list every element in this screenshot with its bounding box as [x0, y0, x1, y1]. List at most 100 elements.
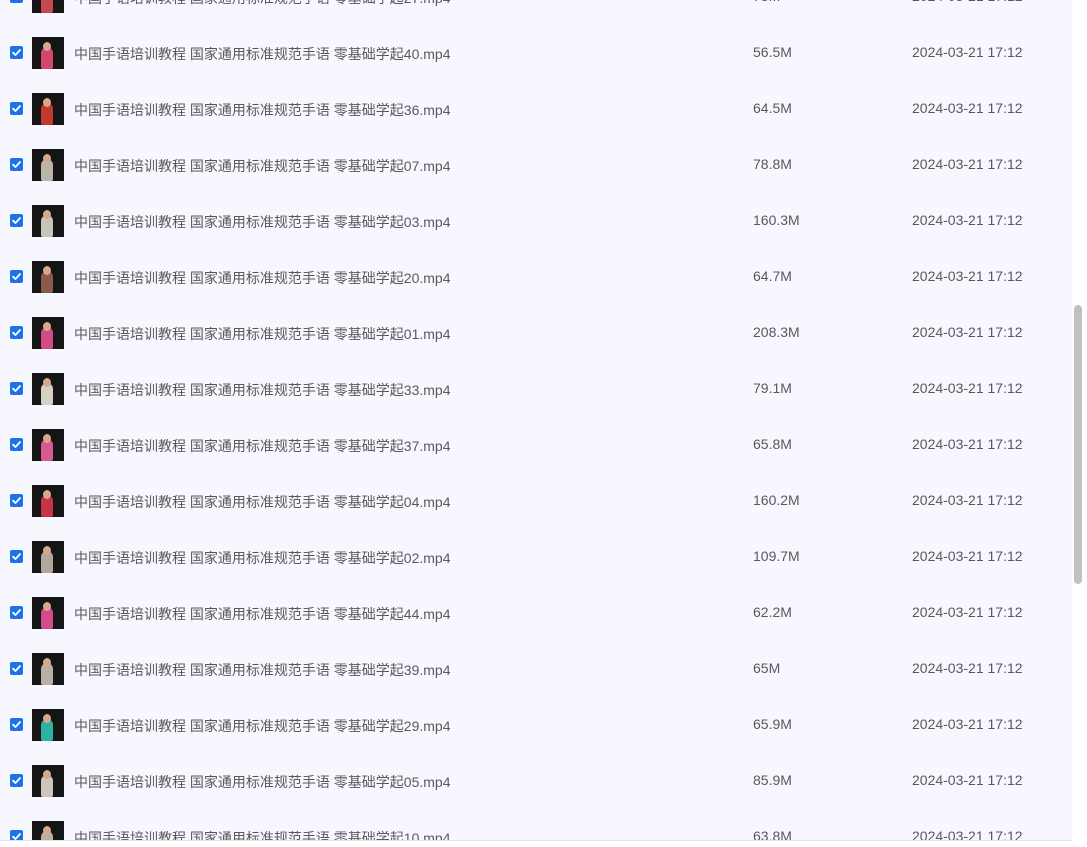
file-name[interactable]: 中国手语培训教程 国家通用标准规范手语 零基础学起36.mp4 [74, 100, 450, 120]
video-thumbnail[interactable] [32, 37, 64, 69]
file-date: 2024-03-21 17:12 [912, 100, 1023, 116]
thumbnail-head [43, 826, 51, 835]
file-size: 63.8M [753, 828, 792, 840]
thumbnail-head [43, 98, 51, 107]
video-thumbnail[interactable] [32, 0, 64, 13]
thumbnail-head [43, 658, 51, 667]
file-row[interactable]: 中国手语培训教程 国家通用标准规范手语 零基础学起27.mp4 73M 2024… [0, 0, 1072, 25]
file-size: 160.3M [753, 212, 800, 228]
select-checkbox[interactable] [10, 662, 23, 675]
select-checkbox[interactable] [10, 830, 23, 840]
file-name[interactable]: 中国手语培训教程 国家通用标准规范手语 零基础学起20.mp4 [74, 268, 450, 288]
file-name[interactable]: 中国手语培训教程 国家通用标准规范手语 零基础学起04.mp4 [74, 492, 450, 512]
file-size: 109.7M [753, 548, 800, 564]
file-row[interactable]: 中国手语培训教程 国家通用标准规范手语 零基础学起07.mp4 78.8M 20… [0, 137, 1072, 193]
video-thumbnail[interactable] [32, 93, 64, 125]
video-thumbnail[interactable] [32, 765, 64, 797]
file-date: 2024-03-21 17:12 [912, 0, 1023, 4]
select-checkbox[interactable] [10, 774, 23, 787]
file-row[interactable]: 中国手语培训教程 国家通用标准规范手语 零基础学起03.mp4 160.3M 2… [0, 193, 1072, 249]
file-size: 64.7M [753, 268, 792, 284]
video-thumbnail[interactable] [32, 541, 64, 573]
select-checkbox[interactable] [10, 382, 23, 395]
file-list-panel: 中国手语培训教程 国家通用标准规范手语 零基础学起27.mp4 73M 2024… [0, 0, 1072, 840]
video-thumbnail[interactable] [32, 149, 64, 181]
file-row[interactable]: 中国手语培训教程 国家通用标准规范手语 零基础学起37.mp4 65.8M 20… [0, 417, 1072, 473]
file-row[interactable]: 中国手语培训教程 国家通用标准规范手语 零基础学起02.mp4 109.7M 2… [0, 529, 1072, 585]
video-thumbnail[interactable] [32, 429, 64, 461]
thumbnail-head [43, 266, 51, 275]
file-name[interactable]: 中国手语培训教程 国家通用标准规范手语 零基础学起07.mp4 [74, 156, 450, 176]
thumbnail-head [43, 154, 51, 163]
video-thumbnail[interactable] [32, 653, 64, 685]
file-name[interactable]: 中国手语培训教程 国家通用标准规范手语 零基础学起29.mp4 [74, 716, 450, 736]
video-thumbnail[interactable] [32, 821, 64, 840]
video-thumbnail[interactable] [32, 205, 64, 237]
file-name[interactable]: 中国手语培训教程 国家通用标准规范手语 零基础学起33.mp4 [74, 380, 450, 400]
scrollbar-thumb[interactable] [1074, 305, 1082, 584]
thumbnail-head [43, 210, 51, 219]
file-row[interactable]: 中国手语培训教程 国家通用标准规范手语 零基础学起01.mp4 208.3M 2… [0, 305, 1072, 361]
file-row[interactable]: 中国手语培训教程 国家通用标准规范手语 零基础学起20.mp4 64.7M 20… [0, 249, 1072, 305]
video-thumbnail[interactable] [32, 597, 64, 629]
file-size: 79.1M [753, 380, 792, 396]
thumbnail-head [43, 322, 51, 331]
file-size: 85.9M [753, 772, 792, 788]
select-checkbox[interactable] [10, 46, 23, 59]
file-size: 73M [753, 0, 780, 4]
select-checkbox[interactable] [10, 606, 23, 619]
file-row[interactable]: 中国手语培训教程 国家通用标准规范手语 零基础学起29.mp4 65.9M 20… [0, 697, 1072, 753]
select-checkbox[interactable] [10, 494, 23, 507]
file-date: 2024-03-21 17:12 [912, 268, 1023, 284]
file-size: 208.3M [753, 324, 800, 340]
file-row[interactable]: 中国手语培训教程 国家通用标准规范手语 零基础学起44.mp4 62.2M 20… [0, 585, 1072, 641]
file-name[interactable]: 中国手语培训教程 国家通用标准规范手语 零基础学起44.mp4 [74, 604, 450, 624]
file-name[interactable]: 中国手语培训教程 国家通用标准规范手语 零基础学起40.mp4 [74, 44, 450, 64]
select-checkbox[interactable] [10, 718, 23, 731]
thumbnail-head [43, 714, 51, 723]
file-size: 64.5M [753, 100, 792, 116]
select-checkbox[interactable] [10, 0, 23, 3]
file-size: 65.9M [753, 716, 792, 732]
file-name[interactable]: 中国手语培训教程 国家通用标准规范手语 零基础学起02.mp4 [74, 548, 450, 568]
file-size: 160.2M [753, 492, 800, 508]
file-date: 2024-03-21 17:12 [912, 492, 1023, 508]
video-thumbnail[interactable] [32, 709, 64, 741]
thumbnail-head [43, 42, 51, 51]
file-row[interactable]: 中国手语培训教程 国家通用标准规范手语 零基础学起33.mp4 79.1M 20… [0, 361, 1072, 417]
file-size: 78.8M [753, 156, 792, 172]
file-name[interactable]: 中国手语培训教程 国家通用标准规范手语 零基础学起05.mp4 [74, 772, 450, 792]
thumbnail-head [43, 434, 51, 443]
file-name[interactable]: 中国手语培训教程 国家通用标准规范手语 零基础学起01.mp4 [74, 324, 450, 344]
select-checkbox[interactable] [10, 326, 23, 339]
file-row[interactable]: 中国手语培训教程 国家通用标准规范手语 零基础学起36.mp4 64.5M 20… [0, 81, 1072, 137]
file-size: 65M [753, 660, 781, 676]
file-date: 2024-03-21 17:12 [912, 828, 1023, 840]
file-name[interactable]: 中国手语培训教程 国家通用标准规范手语 零基础学起03.mp4 [74, 212, 450, 232]
file-row[interactable]: 中国手语培训教程 国家通用标准规范手语 零基础学起40.mp4 56.5M 20… [0, 25, 1072, 81]
file-name[interactable]: 中国手语培训教程 国家通用标准规范手语 零基础学起39.mp4 [74, 660, 450, 680]
file-name[interactable]: 中国手语培训教程 国家通用标准规范手语 零基础学起27.mp4 [74, 0, 450, 8]
video-thumbnail[interactable] [32, 317, 64, 349]
select-checkbox[interactable] [10, 550, 23, 563]
panel-bottom-border [0, 840, 1087, 841]
select-checkbox[interactable] [10, 270, 23, 283]
file-name[interactable]: 中国手语培训教程 国家通用标准规范手语 零基础学起10.mp4 [74, 828, 450, 840]
video-thumbnail[interactable] [32, 373, 64, 405]
video-thumbnail[interactable] [32, 485, 64, 517]
file-row[interactable]: 中国手语培训教程 国家通用标准规范手语 零基础学起39.mp4 65M 2024… [0, 641, 1072, 697]
file-row[interactable]: 中国手语培训教程 国家通用标准规范手语 零基础学起10.mp4 63.8M 20… [0, 809, 1072, 840]
video-thumbnail[interactable] [32, 261, 64, 293]
file-size: 56.5M [753, 44, 792, 60]
select-checkbox[interactable] [10, 158, 23, 171]
select-checkbox[interactable] [10, 102, 23, 115]
select-checkbox[interactable] [10, 438, 23, 451]
select-checkbox[interactable] [10, 214, 23, 227]
file-row[interactable]: 中国手语培训教程 国家通用标准规范手语 零基础学起05.mp4 85.9M 20… [0, 753, 1072, 809]
file-date: 2024-03-21 17:12 [912, 716, 1023, 732]
file-date: 2024-03-21 17:12 [912, 604, 1023, 620]
file-row[interactable]: 中国手语培训教程 国家通用标准规范手语 零基础学起04.mp4 160.2M 2… [0, 473, 1072, 529]
thumbnail-head [43, 770, 51, 779]
file-name[interactable]: 中国手语培训教程 国家通用标准规范手语 零基础学起37.mp4 [74, 436, 450, 456]
thumbnail-head [43, 546, 51, 555]
